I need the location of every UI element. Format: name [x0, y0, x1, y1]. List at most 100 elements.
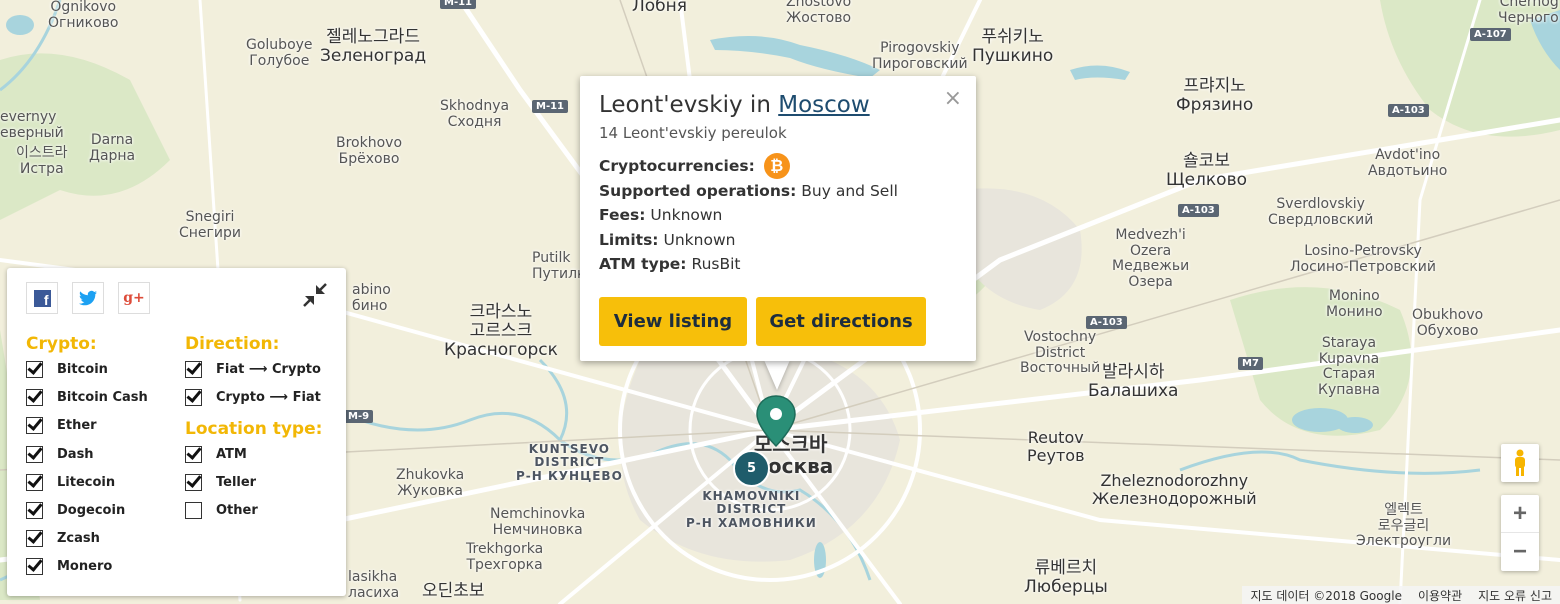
get-directions-button[interactable]: Get directions	[756, 297, 926, 346]
popup-details: Cryptocurrencies: ₿ Supported operations:…	[599, 153, 898, 277]
crypto-filter-litecoin[interactable]: Litecoin	[26, 473, 115, 491]
marker-cluster[interactable]: 5	[733, 450, 770, 487]
twitter-share-button[interactable]	[72, 282, 104, 314]
label-brekhovo: Brokhovo Брёхово	[336, 135, 403, 167]
label-darna: Darna Дарна	[89, 132, 136, 164]
label-nemchinovka: Nemchinovka Немчиновка	[490, 506, 586, 538]
road-shield: A-103	[1388, 104, 1429, 117]
label-losino: Losino-Petrovsky Лосино-Петровский	[1290, 243, 1437, 275]
facebook-share-button[interactable]: f	[26, 282, 58, 314]
label-trekhgorka: Trekhgorka Трехгорка	[466, 541, 544, 573]
checkbox[interactable]	[26, 502, 43, 519]
crypto-filter-dogecoin[interactable]: Dogecoin	[26, 502, 125, 519]
label-shchyolkovo: 숄코보 Щелково	[1166, 151, 1248, 191]
road-shield: M-11	[440, 0, 477, 9]
label-snegiri: Snegiri Снегири	[179, 209, 241, 241]
checkbox-label: Crypto ⟶ Fiat	[216, 390, 321, 405]
direction-filter-crypto-fiat[interactable]: Crypto ⟶ Fiat	[185, 389, 321, 406]
checkbox[interactable]	[26, 530, 43, 548]
location-filter-atm[interactable]: ATM	[185, 446, 247, 463]
checkbox[interactable]	[26, 417, 43, 435]
location-filter-teller[interactable]: Teller	[185, 474, 256, 491]
label-nabino: abino бино	[352, 282, 391, 314]
google-plus-icon: g+	[123, 290, 145, 306]
atm-type-value: RusBit	[691, 255, 741, 274]
fees-row: Fees: Unknown	[599, 203, 898, 228]
label-zheleznodorozhny: Zheleznodorozhny Железнодорожный	[1092, 471, 1257, 508]
checkbox-label: Fiat ⟶ Crypto	[216, 362, 321, 377]
checkbox[interactable]	[26, 473, 43, 491]
checkbox[interactable]	[26, 389, 43, 407]
label-chernogolovka: Chernog Черного	[1498, 0, 1559, 26]
road-shield: M7	[1238, 357, 1263, 370]
checkbox-label: Zcash	[57, 531, 100, 547]
label-zelenograd: 젤레노그라드 Зеленоград	[320, 27, 427, 67]
cryptocurrencies-label: Cryptocurrencies:	[599, 157, 755, 176]
street-view-button[interactable]	[1501, 444, 1539, 482]
label-krasnogorsk: 크라스노 고르스크 Красногорск	[444, 302, 558, 361]
popup-address: 14 Leont'evskiy pereulok	[599, 124, 787, 142]
atm-type-row: ATM type: RusBit	[599, 252, 898, 277]
crypto-filter-bitcoin-cash[interactable]: Bitcoin Cash	[26, 389, 148, 407]
checkbox-label: Dogecoin	[57, 503, 126, 518]
label-zhostovo: Zhostovo Жостово	[786, 0, 852, 26]
checkbox-label: Bitcoin Cash	[57, 390, 148, 406]
road-shield: M-11	[532, 100, 569, 113]
view-listing-button[interactable]: View listing	[599, 297, 747, 346]
checkbox[interactable]	[26, 558, 43, 576]
label-obukhovo: Obukhovo Обухово	[1412, 307, 1484, 339]
city-link[interactable]: Moscow	[778, 92, 869, 118]
twitter-icon	[79, 290, 97, 306]
label-severny: evernyy еверный	[0, 109, 64, 141]
report-error-link[interactable]: 지도 오류 신고	[1470, 587, 1560, 604]
direction-filter-fiat-crypto[interactable]: Fiat ⟶ Crypto	[185, 361, 321, 378]
label-khamovniki: KHAMOVNIKI DISTRICT Р-Н ХАМОВНИКИ	[686, 489, 817, 530]
checkbox[interactable]	[185, 502, 202, 519]
collapse-icon[interactable]	[302, 282, 328, 308]
label-pirogovsky: Pirogovskiy Пироговский	[872, 40, 968, 72]
checkbox-label: Monero	[57, 559, 113, 575]
road-shield: A-107	[1470, 28, 1511, 41]
popup-title-text: Leont'evskiy in	[599, 92, 779, 118]
popup-title: Leont'evskiy in Moscow	[599, 92, 870, 118]
limits-label: Limits:	[599, 230, 659, 249]
crypto-filter-monero[interactable]: Monero	[26, 558, 113, 576]
checkbox-label: ATM	[216, 447, 247, 462]
limits-value: Unknown	[663, 230, 736, 249]
checkbox[interactable]	[185, 446, 202, 463]
label-medvezhi: Medvezh'i Ozera Медвежьи Озера	[1112, 227, 1190, 291]
checkbox[interactable]	[26, 445, 43, 463]
checkbox-label: Dash	[57, 446, 94, 462]
close-icon[interactable]: ×	[944, 86, 962, 111]
label-odintsovo: 오딘초보	[422, 581, 485, 601]
crypto-filter-bitcoin[interactable]: Bitcoin	[26, 361, 108, 378]
crypto-filter-dash[interactable]: Dash	[26, 445, 94, 463]
label-ognikovo: Ognikovo Огниково	[48, 0, 119, 31]
bitcoin-icon: ₿	[763, 153, 790, 180]
pegman-icon	[1515, 449, 1525, 476]
checkbox[interactable]	[26, 361, 43, 378]
label-kupavna: Staraya Kupavna Старая Купавна	[1318, 335, 1380, 399]
label-pushkino: 푸쉬키노 Пушкино	[972, 27, 1054, 67]
label-goluboye: Goluboye Голубое	[246, 37, 313, 69]
location-filter-other[interactable]: Other	[185, 502, 258, 519]
operations-label: Supported operations:	[599, 181, 797, 200]
location-type-filter-title: Location type:	[185, 419, 323, 439]
zoom-in-button[interactable]: +	[1501, 495, 1539, 533]
zoom-out-button[interactable]: −	[1501, 533, 1539, 571]
zoom-controls: + −	[1501, 495, 1539, 571]
label-lyubertsy: 류베르치 Люберцы	[1024, 558, 1108, 598]
checkbox[interactable]	[185, 389, 202, 406]
terms-link[interactable]: 이용약관	[1410, 587, 1470, 604]
label-lobnya: Лобня	[632, 0, 688, 16]
label-istra: 이스트라 Истра	[16, 145, 68, 177]
operations-row: Supported operations: Buy and Sell	[599, 179, 898, 204]
crypto-filter-ether[interactable]: Ether	[26, 417, 97, 435]
label-putilkovo: Putilk Путилк	[532, 250, 586, 282]
direction-filter-title: Direction:	[185, 334, 280, 354]
crypto-filter-zcash[interactable]: Zcash	[26, 530, 100, 548]
location-pin-icon[interactable]	[754, 394, 798, 450]
checkbox[interactable]	[185, 474, 202, 491]
checkbox[interactable]	[185, 361, 202, 378]
google-plus-share-button[interactable]: g+	[118, 282, 150, 314]
